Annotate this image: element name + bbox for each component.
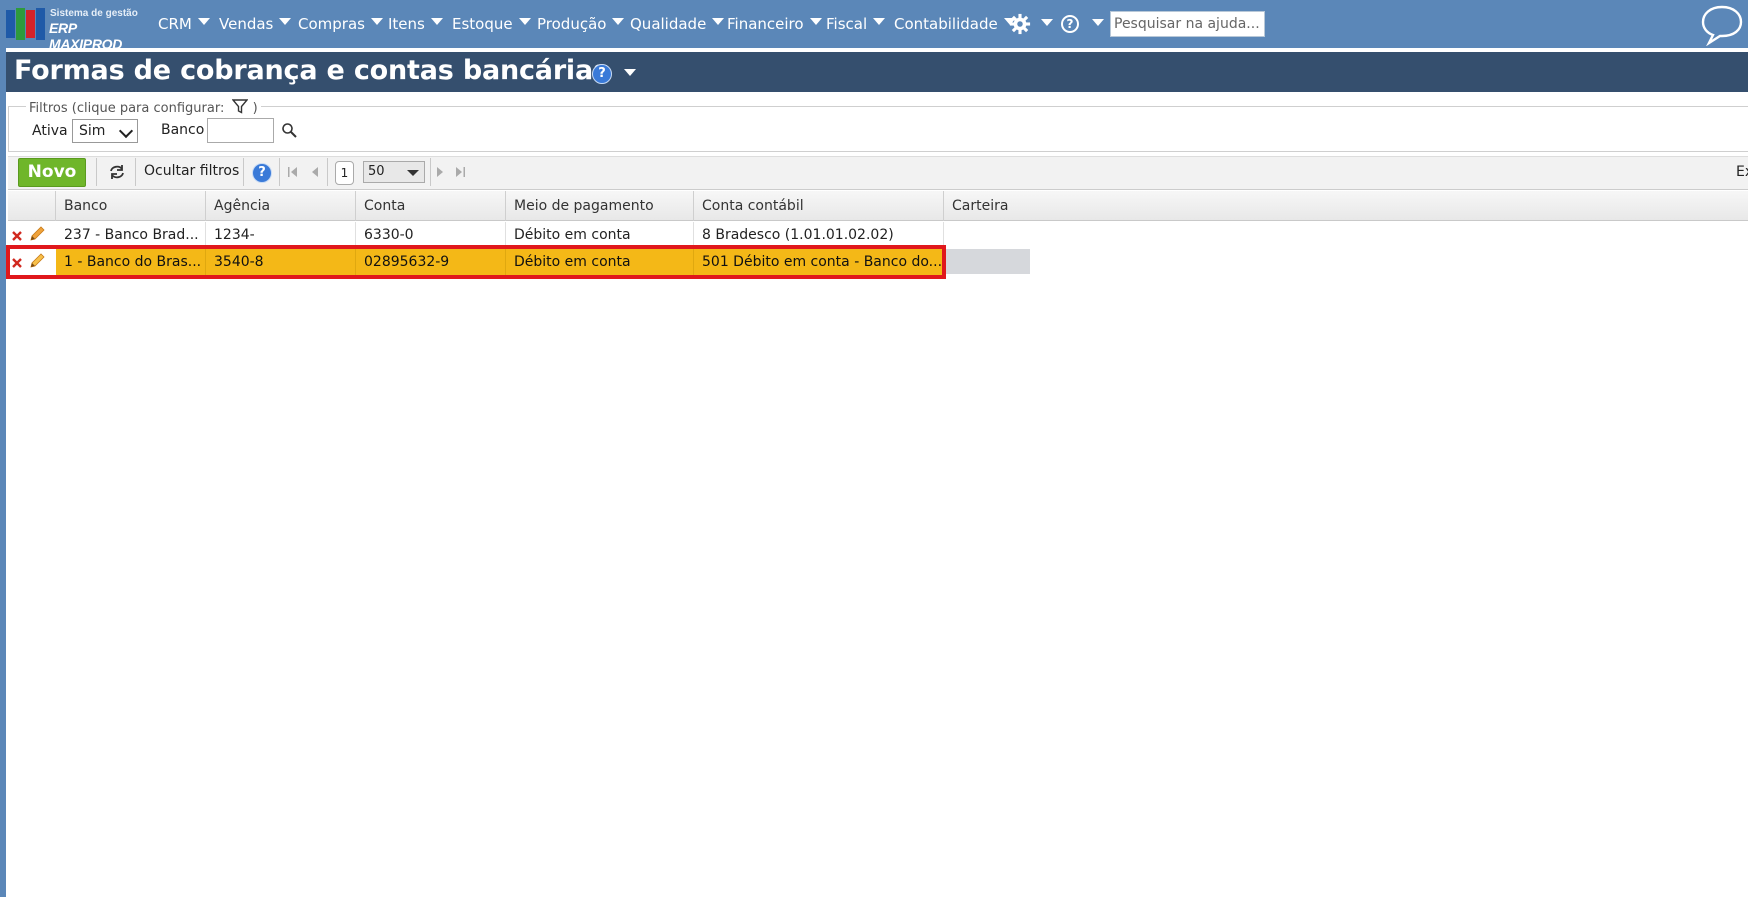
nav-item-estoque[interactable]: Estoque — [452, 0, 531, 48]
page-title: Formas de cobrança e contas bancárias — [14, 55, 609, 86]
first-page-icon[interactable] — [287, 166, 299, 178]
cell-agencia: 1234- — [206, 222, 356, 249]
caret-down-icon — [873, 17, 886, 25]
nav-item-label: Contabilidade — [894, 15, 998, 33]
caret-down-icon[interactable] — [1041, 19, 1053, 26]
ativa-select-value: Sim — [79, 123, 106, 139]
delete-icon[interactable] — [12, 258, 22, 268]
caret-down-icon — [197, 17, 210, 25]
table-row[interactable]: 237 - Banco Brad... 1234- 6330-0 Débito … — [8, 222, 944, 249]
toolbar-divider — [135, 158, 136, 186]
nav-item-label: Itens — [388, 15, 425, 33]
table-row-selected[interactable]: 1 - Banco do Bras... 3540-8 02895632-9 D… — [8, 249, 944, 276]
filters-legend-text: Filtros (clique para configurar: — [29, 101, 225, 116]
cell-conta: 6330-0 — [356, 222, 506, 249]
hide-filters-button[interactable]: Ocultar filtros — [144, 163, 239, 179]
help-search-input[interactable] — [1110, 11, 1265, 37]
edit-pencil-icon[interactable] — [29, 226, 45, 242]
toolbar-divider — [96, 158, 97, 186]
erp-logo[interactable]: Sistema de gestão ERP MAXIPROD — [6, 6, 146, 52]
cell-conta: 02895632-9 — [356, 249, 506, 276]
toolbar-divider — [430, 158, 431, 186]
column-header-agencia[interactable]: Agência — [206, 191, 356, 221]
caret-down-icon[interactable] — [624, 69, 636, 76]
nav-item-vendas[interactable]: Vendas — [219, 0, 292, 48]
nav-item-qualidade[interactable]: Qualidade — [630, 0, 725, 48]
caret-down-icon[interactable] — [1092, 19, 1104, 26]
last-page-icon[interactable] — [454, 166, 466, 178]
banco-label: Banco — [161, 122, 205, 138]
filters-legend-close: ) — [252, 101, 258, 116]
per-page-value: 50 — [368, 164, 385, 179]
search-icon[interactable] — [281, 122, 297, 138]
help-icon[interactable]: ? — [592, 64, 612, 84]
column-header-conta[interactable]: Conta — [356, 191, 506, 221]
nav-item-fiscal[interactable]: Fiscal — [826, 0, 886, 48]
toolbar-divider — [279, 158, 280, 186]
column-header-carteira[interactable]: Carteira — [944, 191, 1748, 221]
edit-pencil-icon[interactable] — [29, 253, 45, 269]
nav-item-label: Financeiro — [727, 15, 804, 33]
refresh-icon[interactable] — [108, 164, 126, 180]
export-button[interactable]: Ex — [1736, 164, 1748, 180]
speech-bubble-icon[interactable] — [1700, 4, 1744, 46]
cell-meio-de-pagamento: Débito em conta — [506, 222, 694, 249]
page-number-input[interactable]: 1 — [335, 161, 354, 185]
cell-agencia: 3540-8 — [206, 249, 356, 276]
funnel-icon[interactable] — [231, 99, 249, 114]
actions-column-header — [8, 191, 56, 221]
cell-carteira — [944, 222, 1030, 249]
cell-banco: 1 - Banco do Bras... — [56, 249, 206, 276]
nav-item-label: Qualidade — [630, 15, 707, 33]
logo-subtitle: Sistema de gestão — [50, 8, 138, 19]
caret-down-icon — [809, 17, 822, 25]
caret-down-icon — [279, 17, 292, 25]
toolbar-divider — [243, 158, 244, 186]
question-circle-icon[interactable]: ? — [1061, 15, 1079, 33]
caret-down-icon — [370, 17, 383, 25]
chevron-down-icon — [118, 123, 134, 139]
cell-conta-contabil: 8 Bradesco (1.01.01.02.02) — [694, 222, 944, 249]
next-page-icon[interactable] — [434, 166, 446, 178]
help-icon[interactable]: ? — [252, 163, 272, 183]
nav-item-producao[interactable]: Produção — [537, 0, 625, 48]
caret-down-icon — [518, 17, 531, 25]
toolbar-divider — [327, 158, 328, 186]
nav-item-compras[interactable]: Compras — [298, 0, 383, 48]
column-header-meio-de-pagamento[interactable]: Meio de pagamento — [506, 191, 694, 221]
ativa-label: Ativa — [32, 123, 68, 139]
caret-down-icon — [612, 17, 625, 25]
page-title-bar: Formas de cobrança e contas bancárias ? — [6, 52, 1748, 92]
nav-item-label: Produção — [537, 15, 607, 33]
column-header-conta-contabil[interactable]: Conta contábil — [694, 191, 944, 221]
nav-item-label: Vendas — [219, 15, 274, 33]
filters-legend[interactable]: Filtros (clique para configurar: ) — [26, 99, 261, 116]
caret-down-icon — [712, 17, 725, 25]
cell-meio-de-pagamento: Débito em conta — [506, 249, 694, 276]
banco-input[interactable] — [207, 118, 274, 143]
nav-item-crm[interactable]: CRM — [158, 0, 210, 48]
ativa-select[interactable]: Sim — [72, 119, 138, 143]
nav-item-contabilidade[interactable]: Contabilidade — [894, 0, 1016, 48]
nav-item-label: Estoque — [452, 15, 513, 33]
nav-item-financeiro[interactable]: Financeiro — [727, 0, 822, 48]
nav-item-label: Fiscal — [826, 15, 868, 33]
column-header-banco[interactable]: Banco — [56, 191, 206, 221]
caret-down-icon — [430, 17, 443, 25]
delete-icon[interactable] — [12, 231, 22, 241]
nav-item-label: CRM — [158, 15, 192, 33]
row-extension — [944, 249, 1030, 274]
nav-item-label: Compras — [298, 15, 365, 33]
nav-item-itens[interactable]: Itens — [388, 0, 443, 48]
novo-button[interactable]: Novo — [18, 158, 86, 187]
gear-icon[interactable] — [1009, 13, 1031, 35]
previous-page-icon[interactable] — [309, 166, 321, 178]
cell-banco: 237 - Banco Brad... — [56, 222, 206, 249]
caret-down-icon — [407, 170, 419, 176]
per-page-select[interactable]: 50 — [363, 161, 425, 183]
cell-conta-contabil: 501 Débito em conta - Banco do... — [694, 249, 944, 276]
top-navigation-bar: Sistema de gestão ERP MAXIPROD CRM Venda… — [0, 0, 1748, 52]
